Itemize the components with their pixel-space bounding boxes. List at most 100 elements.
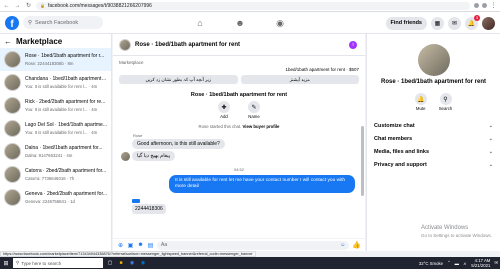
- messenger-icon[interactable]: ✉: [448, 16, 461, 30]
- conversation-title: Rose · 1bed/1bath apartment for r...: [25, 52, 105, 59]
- conversation-title: Rick · 2bed/2bath apartment for re...: [25, 98, 106, 105]
- profile-icon[interactable]: [482, 3, 487, 8]
- volume-icon[interactable]: ♬: [463, 261, 467, 266]
- conversation-item[interactable]: Dalna · 1bed/1bath apartment for... Dalna…: [0, 140, 111, 163]
- thumbs-up-icon[interactable]: 👍: [352, 241, 361, 249]
- name-label: Name: [248, 114, 260, 119]
- network-icon[interactable]: ▬: [455, 261, 459, 266]
- back-icon[interactable]: ←: [3, 2, 10, 9]
- search-input[interactable]: ⚲ Search Facebook: [23, 16, 103, 29]
- chat-header-thumb[interactable]: [119, 38, 131, 51]
- reload-icon[interactable]: ↻: [25, 2, 32, 9]
- outgoing-message[interactable]: It is still available for rent let me ha…: [169, 175, 355, 193]
- message-input[interactable]: Aa ☺: [157, 240, 350, 250]
- phone-message-bubble[interactable]: 2244418306: [132, 204, 166, 214]
- facebook-logo[interactable]: f: [5, 15, 19, 30]
- conversation-text: Chandana · 1bed/1bath apartment f... You:…: [25, 76, 107, 90]
- privacy-support-section[interactable]: Privacy and support ⌄: [367, 158, 500, 171]
- view-profile-link[interactable]: View buyer profile: [243, 124, 280, 129]
- gif-icon[interactable]: ▤: [147, 242, 154, 249]
- add-action[interactable]: ✚ Add: [218, 101, 230, 119]
- mute-label: Mute: [415, 106, 426, 111]
- listing-thumbnail: [4, 120, 21, 137]
- chat-started-notice: Rose started this chat. View buyer profi…: [113, 124, 365, 129]
- search-placeholder: Search Facebook: [35, 19, 79, 26]
- conversation-title: Chandana · 1bed/1bath apartment f...: [25, 75, 107, 82]
- emoji-icon[interactable]: ☺: [340, 242, 345, 248]
- friends-icon[interactable]: ☻: [235, 18, 245, 28]
- home-icon[interactable]: ⌂: [195, 18, 205, 28]
- conversation-preview: You: It is still available for rent l...…: [25, 129, 98, 135]
- account-avatar[interactable]: [482, 16, 495, 30]
- notifications-icon[interactable]: 🔔 3: [465, 14, 480, 30]
- message-bubble-1[interactable]: Good afternoon, is this still available?: [132, 139, 225, 149]
- search-action[interactable]: ⚲ Search: [439, 93, 452, 111]
- sticker-icon[interactable]: ☻: [137, 242, 144, 249]
- incoming-messages: Rose Good afternoon, is this still avail…: [121, 133, 365, 161]
- listing-thumbnail: [4, 74, 21, 91]
- marketplace-sidebar: ← Marketplace Rose · 1bed/1bath apartmen…: [0, 34, 112, 251]
- file-explorer-icon[interactable]: ■: [117, 259, 125, 267]
- conversation-item[interactable]: Chandana · 1bed/1bath apartment f... You:…: [0, 71, 111, 94]
- edge-icon[interactable]: ◉: [139, 259, 147, 267]
- taskbar-search-placeholder: Type here to search: [21, 260, 62, 266]
- marketplace-card: Marketplace 1bed/1bath apartment for ren…: [119, 59, 359, 85]
- address-bar[interactable]: 🔒 facebook.com/messages/t/90388212662079…: [36, 1, 470, 10]
- forward-icon[interactable]: →: [14, 2, 21, 9]
- conversation-item[interactable]: Rick · 2bed/2bath apartment for re... You…: [0, 94, 111, 117]
- extension-icon[interactable]: [474, 3, 479, 8]
- media-files-section[interactable]: Media, files and links ⌄: [367, 145, 500, 158]
- chevron-down-icon: ⌄: [488, 122, 493, 129]
- conversation-text: Dalna · 1bed/1bath apartment for... Dalna…: [25, 145, 103, 159]
- name-action[interactable]: ✎ Name: [248, 101, 260, 119]
- image-icon[interactable]: ▣: [127, 242, 134, 249]
- conversation-preview: You: It is still available for rent l...…: [25, 106, 98, 112]
- conversation-preview: Geneva: 2246756841 · 1d: [25, 198, 75, 204]
- phone-message-block: 2244418306: [132, 199, 365, 214]
- menu-icon[interactable]: ⋮: [490, 2, 497, 9]
- chevron-down-icon: ⌄: [488, 161, 493, 168]
- message-bubble-2[interactable]: پیغام بھیج دیا گیا: [132, 151, 176, 161]
- conversation-item[interactable]: Catorra · 2bed/2bath apartment for... Cat…: [0, 163, 111, 186]
- mark-listing-button[interactable]: زیر آنچه آپ کہ بطور نشان زد کریں: [119, 75, 238, 84]
- windows-start-icon[interactable]: ⊞: [2, 259, 10, 267]
- back-arrow-icon[interactable]: ←: [4, 37, 12, 46]
- section-label: Privacy and support: [374, 161, 427, 168]
- search-icon: ⚲: [16, 260, 20, 265]
- tray-chevron-icon[interactable]: ⌃: [447, 260, 451, 266]
- section-label: Media, files and links: [374, 148, 430, 155]
- chrome-icon[interactable]: ◉: [128, 259, 136, 267]
- add-label: Add: [220, 114, 228, 119]
- plus-icon[interactable]: ⊕: [117, 242, 124, 249]
- pencil-icon: ✎: [248, 101, 260, 113]
- sidebar-title: Marketplace: [16, 36, 63, 46]
- conversation-item[interactable]: Geneva · 2bed/2bath apartment for... Gene…: [0, 186, 111, 209]
- find-friends-button[interactable]: Find friends: [385, 16, 427, 30]
- more-options-button[interactable]: مزید آپشنز: [240, 75, 359, 84]
- clock[interactable]: 4:17 AM 5/21/2021: [471, 258, 490, 268]
- conversation-title: Catorra · 2bed/2bath apartment for...: [25, 167, 107, 174]
- info-icon[interactable]: i: [349, 41, 357, 49]
- weather-text[interactable]: 32°C Smoke: [419, 261, 443, 266]
- taskbar-search[interactable]: ⚲ Type here to search: [13, 258, 103, 268]
- groups-icon[interactable]: ◉: [275, 18, 285, 28]
- windows-taskbar: ⊞ ⚲ Type here to search ▢ ■ ◉ ◉ 32°C Smo…: [0, 257, 500, 269]
- conversation-preview: You: It is still available for rent l...…: [25, 83, 98, 89]
- conversation-item[interactable]: Rose · 1bed/1bath apartment for r... Rose…: [0, 48, 111, 71]
- message-input-placeholder: Aa: [161, 242, 168, 248]
- chat-members-section[interactable]: Chat members ⌄: [367, 132, 500, 145]
- message-composer: ⊕ ▣ ☻ ▤ Aa ☺ 👍: [113, 238, 365, 251]
- sender-avatar[interactable]: [121, 152, 130, 161]
- listing-photo[interactable]: [417, 44, 450, 76]
- chat-title[interactable]: Rose · 1bed/1bath apartment for rent: [135, 42, 240, 48]
- listing-line[interactable]: 1bed/1bath apartment for rent · $507: [285, 67, 359, 72]
- menu-grid-icon[interactable]: ▦: [431, 16, 444, 30]
- chat-scrollbar[interactable]: [361, 126, 364, 196]
- activate-title: Activate Windows: [420, 225, 469, 231]
- conversation-text: Rick · 2bed/2bath apartment for re... You…: [25, 99, 105, 113]
- conversation-item[interactable]: Lago Del Sol · 1bed/1bath apartme... You:…: [0, 117, 111, 140]
- customize-chat-section[interactable]: Customize chat ⌄: [367, 119, 500, 132]
- task-view-icon[interactable]: ▢: [106, 259, 114, 267]
- mute-action[interactable]: 🔔 Mute: [414, 93, 427, 111]
- notification-center-icon[interactable]: ✉: [494, 260, 498, 266]
